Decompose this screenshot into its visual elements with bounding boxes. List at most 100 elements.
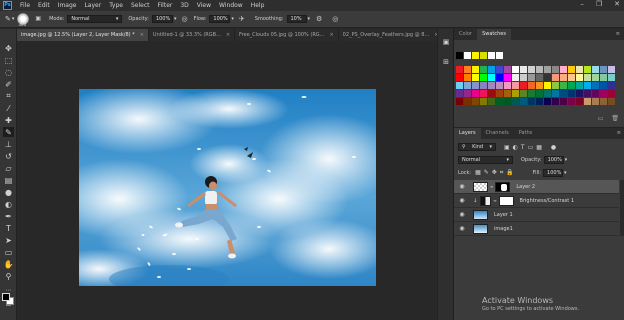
swatch-cell[interactable] [488, 82, 495, 89]
swatch-cell[interactable] [592, 74, 599, 81]
properties-panel-icon[interactable]: ⊞ [441, 57, 451, 67]
swatch-cell[interactable] [464, 66, 471, 73]
tab-color[interactable]: Color [454, 29, 477, 40]
menu-3d[interactable]: 3D [176, 2, 192, 9]
crop-tool-icon[interactable]: ⌗ [3, 91, 14, 101]
tab-overlay-feathers[interactable]: 02_PS_Overlay_Feathers.jpg @ 8... × [339, 29, 444, 41]
swatch-cell[interactable] [496, 82, 503, 89]
swatch-cell[interactable] [512, 90, 519, 97]
swatch-cell[interactable] [560, 98, 567, 105]
lock-icons[interactable]: ▦✎✥⌗🔒 [475, 169, 517, 177]
pen-tool-icon[interactable]: ✒ [3, 211, 14, 221]
menu-type[interactable]: Type [105, 2, 127, 9]
swatch-cell[interactable] [536, 98, 543, 105]
swatch-cell[interactable] [520, 74, 527, 81]
swatch-cell[interactable] [472, 82, 479, 89]
move-tool-icon[interactable]: ✥ [3, 43, 14, 53]
recent-swatch[interactable] [480, 52, 487, 59]
swatch-cell[interactable] [576, 98, 583, 105]
swatch-cell[interactable] [488, 74, 495, 81]
swatch-cell[interactable] [520, 90, 527, 97]
swatch-cell[interactable] [576, 90, 583, 97]
new-swatch-icon[interactable]: ▭ [598, 115, 604, 122]
chevron-down-icon[interactable]: ▾ [308, 16, 311, 22]
quick-select-tool-icon[interactable]: ✐ [3, 79, 14, 89]
hand-tool-icon[interactable]: ✋ [3, 259, 14, 269]
panel-menu-icon[interactable]: ≡ [617, 128, 624, 139]
recent-swatch[interactable] [464, 52, 471, 59]
swatch-cell[interactable] [520, 66, 527, 73]
swatch-cell[interactable] [480, 90, 487, 97]
tab-untitled-1[interactable]: Untitled-1 @ 33.3% (RGB... × [149, 29, 236, 41]
swatch-cell[interactable] [608, 90, 615, 97]
swatch-cell[interactable] [576, 82, 583, 89]
swatch-cell[interactable] [608, 66, 615, 73]
visibility-eye-icon[interactable]: ◉ [457, 197, 467, 204]
swatch-cell[interactable] [592, 90, 599, 97]
menu-view[interactable]: View [193, 2, 215, 9]
visibility-eye-icon[interactable]: ◉ [457, 225, 467, 232]
kind-filter-select[interactable]: ⚲ Kind ▾ [458, 143, 496, 151]
swatch-cell[interactable] [544, 90, 551, 97]
swatch-cell[interactable] [480, 98, 487, 105]
swatch-cell[interactable] [528, 66, 535, 73]
swatch-cell[interactable] [464, 98, 471, 105]
type-tool-icon[interactable]: T [3, 223, 14, 233]
swatch-cell[interactable] [576, 74, 583, 81]
canvas-workspace[interactable] [17, 41, 453, 320]
swatch-cell[interactable] [472, 90, 479, 97]
smoothing-input[interactable]: 10% [286, 15, 307, 23]
recent-swatch[interactable] [472, 52, 479, 59]
swatch-cell[interactable] [584, 66, 591, 73]
swatch-cell[interactable] [504, 66, 511, 73]
brush-size-picker[interactable]: 300 [17, 13, 30, 27]
swatch-cell[interactable] [512, 74, 519, 81]
swatch-cell[interactable] [584, 90, 591, 97]
recent-swatch[interactable] [456, 52, 463, 59]
chevron-down-icon[interactable]: ▾ [174, 16, 177, 22]
filter-toggle-icon[interactable]: ● [551, 144, 556, 151]
layer-row-brightness-contrast[interactable]: ◉ ↓ ∞ Brightness/Contrast 1 [454, 194, 619, 208]
swatch-cell[interactable] [512, 66, 519, 73]
swatch-cell[interactable] [472, 74, 479, 81]
swatch-cell[interactable] [536, 90, 543, 97]
menu-layer[interactable]: Layer [80, 2, 105, 9]
swatch-cell[interactable] [472, 98, 479, 105]
tab-swatches[interactable]: Swatches [477, 29, 511, 40]
swatch-cell[interactable] [504, 90, 511, 97]
swatch-cell[interactable] [528, 82, 535, 89]
history-panel-icon[interactable]: ▣ [441, 37, 451, 47]
rectangle-tool-icon[interactable]: ▭ [3, 247, 14, 257]
swatch-cell[interactable] [600, 74, 607, 81]
layer-mask-thumbnail[interactable] [498, 195, 514, 206]
menu-file[interactable]: File [16, 2, 34, 9]
swatch-cell[interactable] [528, 90, 535, 97]
swatch-cell[interactable] [552, 66, 559, 73]
swatch-cell[interactable] [456, 90, 463, 97]
trash-icon[interactable]: 🗑 [611, 115, 619, 122]
swatch-cell[interactable] [512, 82, 519, 89]
flow-input[interactable]: 100% [209, 15, 231, 23]
swatch-cell[interactable] [600, 90, 607, 97]
swatch-cell[interactable] [456, 98, 463, 105]
blend-mode-select[interactable]: Normal ▾ [458, 156, 513, 164]
blur-tool-icon[interactable]: ● [3, 187, 14, 197]
swatch-cell[interactable] [504, 74, 511, 81]
swatch-cell[interactable] [464, 90, 471, 97]
swatch-cell[interactable] [600, 82, 607, 89]
swatch-cell[interactable] [584, 74, 591, 81]
visibility-eye-icon[interactable]: ◉ [457, 183, 467, 190]
menu-filter[interactable]: Filter [154, 2, 177, 9]
menu-image[interactable]: Image [54, 2, 81, 9]
menu-edit[interactable]: Edit [34, 2, 54, 9]
recent-swatch[interactable] [488, 52, 495, 59]
clone-stamp-tool-icon[interactable]: ⊥ [3, 139, 14, 149]
pressure-size-icon[interactable]: ◎ [332, 15, 338, 23]
swatch-cell[interactable] [552, 90, 559, 97]
eyedropper-tool-icon[interactable]: ⁄ [3, 103, 14, 113]
swatch-cell[interactable] [552, 98, 559, 105]
layers-scrollbar[interactable] [620, 180, 624, 236]
document-canvas[interactable] [79, 89, 376, 286]
swatch-cell[interactable] [592, 98, 599, 105]
swatch-cell[interactable] [520, 98, 527, 105]
